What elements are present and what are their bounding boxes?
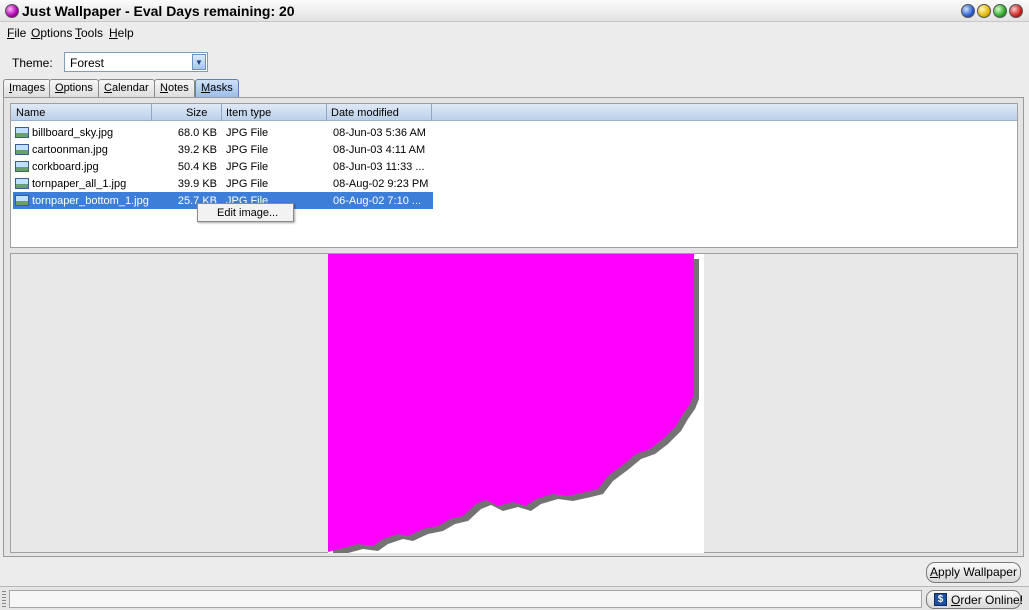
file-type: JPG File (226, 161, 269, 173)
column-divider[interactable] (326, 104, 327, 121)
mask-image (328, 254, 704, 553)
file-name: billboard_sky.jpg (32, 127, 114, 139)
image-file-icon (15, 161, 29, 172)
mask-preview (10, 253, 1018, 553)
list-row[interactable]: tornpaper_all_1.jpg 39.9 KB JPG File 08-… (13, 175, 433, 192)
image-file-icon (15, 127, 29, 138)
file-type: JPG File (226, 127, 269, 139)
file-size: 68.0 KB (177, 127, 217, 139)
app-orb-icon[interactable] (5, 4, 19, 18)
theme-select[interactable]: Forest ▼ (64, 52, 208, 72)
menu-options[interactable]: Options (31, 26, 72, 40)
close-orb-icon[interactable] (1009, 4, 1023, 18)
file-type: JPG File (226, 178, 269, 190)
file-date: 08-Jun-03 11:33 ... (333, 161, 425, 173)
file-name: cartoonman.jpg (32, 144, 108, 156)
file-size: 50.4 KB (177, 161, 217, 173)
column-header-name[interactable]: Name (16, 107, 45, 119)
menu-file[interactable]: File (7, 26, 26, 40)
list-row[interactable]: corkboard.jpg 50.4 KB JPG File 08-Jun-03… (13, 158, 433, 175)
menu-tools[interactable]: Tools (75, 26, 103, 40)
grip-icon[interactable] (2, 591, 6, 607)
column-header-size[interactable]: Size (186, 107, 207, 119)
menu-bar: File Options Tools Help (0, 23, 1029, 41)
context-menu-edit-image[interactable]: Edit image... (217, 207, 278, 219)
column-divider[interactable] (431, 104, 432, 121)
image-file-icon (15, 144, 29, 155)
image-file-icon (15, 195, 29, 206)
context-menu: Edit image... (197, 203, 294, 222)
apply-wallpaper-button[interactable]: Apply Wallpaper (926, 562, 1021, 583)
file-size: 39.9 KB (177, 178, 217, 190)
file-name: tornpaper_bottom_1.jpg (32, 195, 149, 207)
list-row[interactable]: cartoonman.jpg 39.2 KB JPG File 08-Jun-0… (13, 141, 433, 158)
title-bar: Just Wallpaper - Eval Days remaining: 20 (0, 0, 1029, 22)
file-name: tornpaper_all_1.jpg (32, 178, 127, 190)
maximize-orb-icon[interactable] (993, 4, 1007, 18)
file-date: 08-Jun-03 5:36 AM (333, 127, 426, 139)
dollar-icon: $ (934, 593, 947, 606)
file-date: 08-Jun-03 4:11 AM (333, 144, 426, 156)
file-type: JPG File (226, 144, 269, 156)
column-header-date[interactable]: Date modified (331, 107, 399, 119)
file-list[interactable]: Name Size Item type Date modified billbo… (10, 103, 1018, 248)
image-file-icon (15, 178, 29, 189)
column-header-type[interactable]: Item type (226, 107, 271, 119)
column-divider[interactable] (221, 104, 222, 121)
list-header: Name Size Item type Date modified (11, 104, 1017, 121)
tab-masks[interactable]: Masks (195, 79, 239, 97)
list-row[interactable]: billboard_sky.jpg 68.0 KB JPG File 08-Ju… (13, 124, 433, 141)
window-title: Just Wallpaper - Eval Days remaining: 20 (22, 3, 295, 19)
order-online-label: Order Online! (951, 593, 1024, 607)
status-field (9, 590, 922, 608)
file-date: 08-Aug-02 9:23 PM (333, 178, 429, 190)
file-date: 06-Aug-02 7:10 ... (333, 195, 422, 207)
tab-images[interactable]: Images (3, 79, 52, 97)
tab-notes[interactable]: Notes (154, 79, 195, 97)
tab-calendar[interactable]: Calendar (98, 79, 155, 97)
theme-select-value: Forest (70, 56, 105, 70)
order-online-button[interactable]: $ Order Online! (926, 590, 1024, 609)
minimize-orb-icon[interactable] (977, 4, 991, 18)
column-divider[interactable] (151, 104, 152, 121)
file-name: corkboard.jpg (32, 161, 99, 173)
menu-help[interactable]: Help (109, 26, 134, 40)
status-bar: $ Order Online! (0, 586, 1029, 610)
file-size: 39.2 KB (177, 144, 217, 156)
chevron-down-icon[interactable]: ▼ (192, 54, 206, 70)
tab-options[interactable]: Options (49, 79, 99, 97)
help-orb-icon[interactable] (961, 4, 975, 18)
theme-label: Theme: (12, 56, 53, 70)
